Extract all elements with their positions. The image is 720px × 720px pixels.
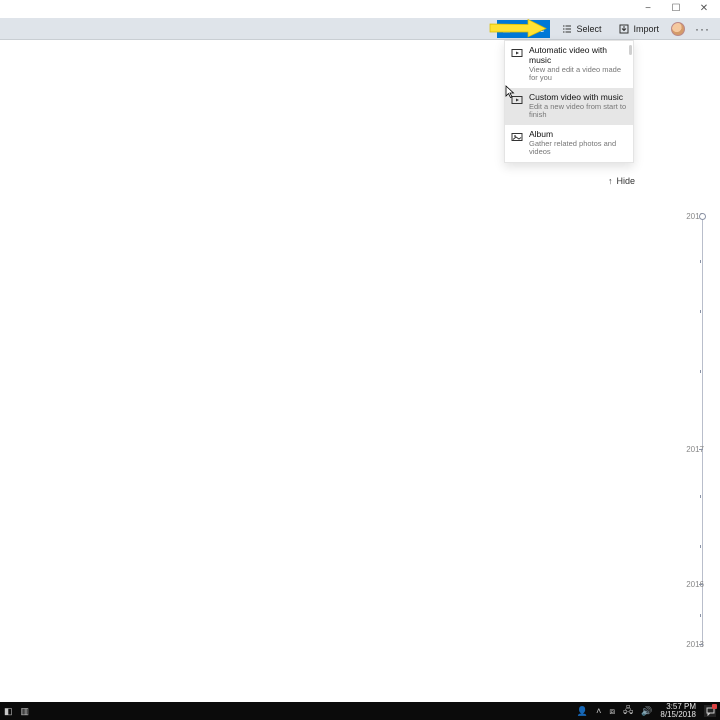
menu-item-automatic-video[interactable]: Automatic video with music View and edit… [505, 41, 633, 88]
timeline-year-tick[interactable] [699, 584, 703, 585]
timeline-tick [700, 370, 701, 373]
network-tray-icon[interactable]: 🖧 [623, 703, 633, 719]
maximize-button[interactable]: ☐ [670, 4, 682, 14]
taskbar-app-icon[interactable]: ▥ [21, 706, 30, 717]
user-avatar[interactable] [671, 22, 685, 36]
taskbar-clock[interactable]: 3:57 PM 8/15/2018 [660, 703, 696, 719]
close-button[interactable]: ✕ [698, 4, 710, 14]
dropdown-scrollbar[interactable] [629, 45, 632, 55]
menu-item-custom-video[interactable]: Custom video with music Edit a new video… [505, 88, 633, 125]
people-tray-icon[interactable]: 👤 [577, 706, 588, 717]
select-list-icon [562, 24, 572, 34]
menu-item-title: Automatic video with music [529, 46, 627, 66]
import-button[interactable]: Import [613, 20, 665, 38]
create-video-icon [503, 24, 513, 34]
app-toolbar: Create Select Import ··· [0, 18, 720, 40]
menu-item-subtitle: Edit a new video from start to finish [529, 103, 627, 120]
arrow-up-icon: ↑ [608, 176, 613, 186]
create-button-label: Create [517, 24, 544, 34]
taskbar: ◧ ▥ 👤 ˄ ⧈ 🖧 🔊 3:57 PM 8/15/2018 [0, 702, 720, 720]
volume-tray-icon[interactable]: 🔊 [641, 706, 652, 717]
video-play-icon [511, 47, 523, 59]
mouse-cursor-icon [505, 85, 515, 102]
dropbox-tray-icon[interactable]: ⧈ [609, 706, 615, 717]
import-download-icon [619, 24, 629, 34]
select-button[interactable]: Select [556, 20, 607, 38]
hide-label: Hide [617, 176, 636, 186]
timeline-year-tick[interactable] [699, 449, 703, 450]
menu-item-subtitle: View and edit a video made for you [529, 66, 627, 83]
tray-chevron-up-icon[interactable]: ˄ [596, 706, 601, 716]
more-options-button[interactable]: ··· [691, 22, 714, 36]
menu-item-album[interactable]: Album Gather related photos and videos [505, 125, 633, 162]
create-button[interactable]: Create [497, 20, 550, 38]
action-center-icon[interactable] [704, 705, 716, 717]
album-picture-icon [511, 131, 523, 143]
minimize-button[interactable]: − [642, 4, 654, 14]
menu-item-subtitle: Gather related photos and videos [529, 140, 627, 157]
timeline-tick [700, 545, 701, 548]
select-button-label: Select [576, 24, 601, 34]
timeline-tick [700, 495, 701, 498]
timeline-year-tick[interactable] [699, 644, 703, 645]
timeline-tick [700, 260, 701, 263]
hide-timeline-button[interactable]: ↑ Hide [608, 176, 635, 186]
create-dropdown: Automatic video with music View and edit… [504, 40, 634, 163]
window-titlebar: − ☐ ✕ [0, 0, 720, 18]
timeline-year-node[interactable] [699, 213, 706, 220]
timeline-tick [700, 614, 701, 617]
timeline-tick [700, 310, 701, 313]
taskbar-app-icon[interactable]: ◧ [4, 706, 13, 717]
import-button-label: Import [633, 24, 659, 34]
clock-date: 8/15/2018 [660, 711, 696, 719]
